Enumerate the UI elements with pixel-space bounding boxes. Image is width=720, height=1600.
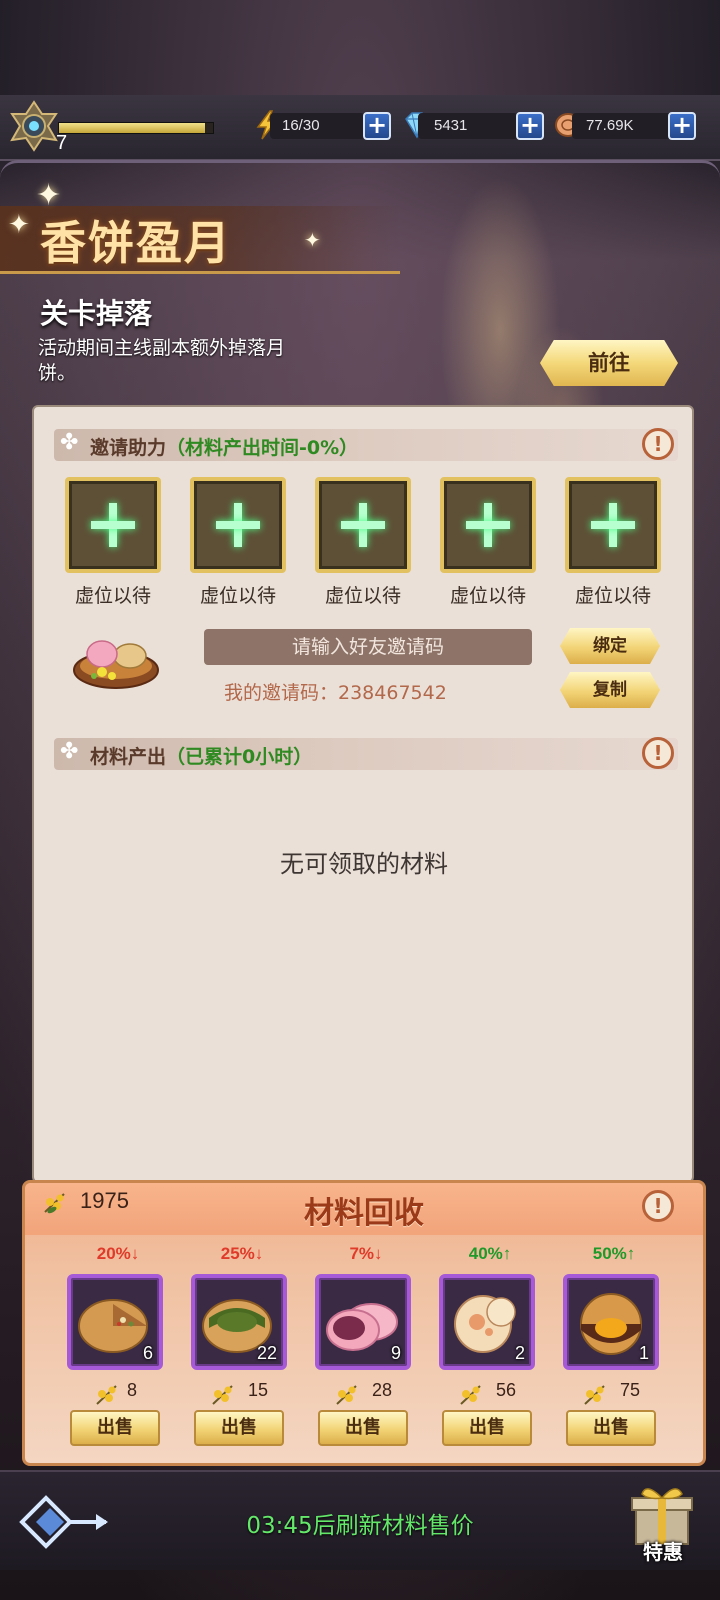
add-friend-plus-icon bbox=[91, 503, 135, 547]
item-price-2: 15 bbox=[247, 1380, 269, 1400]
item-price-5: 75 bbox=[619, 1380, 641, 1400]
add-diamond-button[interactable]: + bbox=[516, 112, 544, 140]
materials-info-icon[interactable]: ! bbox=[642, 737, 674, 769]
add-friend-plus-icon bbox=[341, 503, 385, 547]
price-change-3: 7%↓ bbox=[349, 1244, 383, 1263]
price-refresh-timer: 03:45后刷新材料售价 bbox=[246, 1513, 474, 1539]
invite-slot-label: 虚位以待 bbox=[449, 585, 526, 607]
price-change-5: 50%↑ bbox=[592, 1244, 636, 1263]
empty-materials-message: 无可领取的材料 bbox=[280, 850, 448, 878]
item-price-3: 28 bbox=[371, 1380, 393, 1400]
invite-slot-label: 虚位以待 bbox=[74, 585, 151, 607]
invite-info-icon[interactable]: ! bbox=[642, 428, 674, 460]
invite-code-input[interactable]: 请输入好友邀请码 bbox=[204, 629, 532, 665]
experience-bar bbox=[58, 122, 214, 134]
item-count: 22 bbox=[256, 1343, 277, 1363]
invite-slot-4[interactable] bbox=[440, 477, 536, 573]
sparkle-icon: ✦ bbox=[304, 228, 321, 252]
invite-slot-1[interactable] bbox=[65, 477, 161, 573]
invite-slot-label: 虚位以待 bbox=[324, 585, 401, 607]
fleur-icon: ✤ bbox=[60, 739, 79, 764]
bind-button[interactable]: 绑定 bbox=[560, 628, 660, 664]
sell-button-3[interactable]: 出售 bbox=[318, 1410, 408, 1446]
sell-button-4[interactable]: 出售 bbox=[442, 1410, 532, 1446]
recycle-title: 材料回收 bbox=[304, 1196, 424, 1231]
sell-button-1[interactable]: 出售 bbox=[70, 1410, 160, 1446]
diamond-counter: 5431 bbox=[418, 113, 518, 139]
invite-slot-label: 虚位以待 bbox=[199, 585, 276, 607]
player-level: 7 bbox=[56, 132, 68, 154]
coin-counter: 77.69K bbox=[572, 113, 672, 139]
materials-title-text: 材料产出 bbox=[90, 746, 167, 768]
price-change-4: 40%↑ bbox=[468, 1244, 512, 1263]
item-count: 1 bbox=[638, 1343, 649, 1363]
sell-button-5[interactable]: 出售 bbox=[566, 1410, 656, 1446]
goto-button[interactable]: 前往 bbox=[540, 340, 678, 386]
player-level-badge-icon[interactable] bbox=[8, 100, 60, 152]
add-friend-plus-icon bbox=[466, 503, 510, 547]
special-offer-label: 特惠 bbox=[643, 1540, 683, 1564]
stage-drop-heading: 关卡掉落 bbox=[40, 297, 153, 330]
price-change-1: 20%↓ bbox=[96, 1244, 140, 1263]
price-change-2: 25%↓ bbox=[220, 1244, 264, 1263]
invite-slot-2[interactable] bbox=[190, 477, 286, 573]
stage-drop-description: 活动期间主线副本额外掉落月饼。 bbox=[38, 337, 286, 384]
recycle-item-2[interactable]: 22 bbox=[191, 1274, 287, 1370]
fleur-icon: ✤ bbox=[60, 430, 79, 455]
experience-bar-fill bbox=[59, 123, 206, 133]
invite-time-bonus: （材料产出时间-0%） bbox=[166, 437, 359, 459]
invite-slot-3[interactable] bbox=[315, 477, 411, 573]
sell-button-2[interactable]: 出售 bbox=[194, 1410, 284, 1446]
item-count: 2 bbox=[514, 1343, 525, 1363]
add-energy-button[interactable]: + bbox=[363, 112, 391, 140]
recycle-item-5[interactable]: 1 bbox=[563, 1274, 659, 1370]
item-price-1: 8 bbox=[126, 1380, 137, 1400]
add-friend-plus-icon bbox=[216, 503, 260, 547]
recycle-item-4[interactable]: 2 bbox=[439, 1274, 535, 1370]
invite-section-title: 邀请助力（材料产出时间-0%） bbox=[90, 433, 358, 460]
recycle-info-icon[interactable]: ! bbox=[642, 1190, 674, 1222]
materials-accumulated-time: （已累计0小时） bbox=[166, 746, 313, 768]
recycle-item-3[interactable]: 9 bbox=[315, 1274, 411, 1370]
event-title: 香饼盈月 bbox=[40, 216, 232, 270]
materials-section-title: 材料产出（已累计0小时） bbox=[90, 742, 312, 769]
invite-slot-label: 虚位以待 bbox=[574, 585, 651, 607]
invite-slot-5[interactable] bbox=[565, 477, 661, 573]
add-friend-plus-icon bbox=[591, 503, 635, 547]
item-count: 9 bbox=[390, 1343, 401, 1363]
add-coin-button[interactable]: + bbox=[668, 112, 696, 140]
item-count: 6 bbox=[142, 1343, 153, 1363]
recycle-item-1[interactable]: 6 bbox=[67, 1274, 163, 1370]
energy-counter: 16/30 bbox=[270, 113, 365, 139]
mooncake-plate-icon bbox=[73, 640, 159, 689]
sparkle-icon: ✦ bbox=[8, 210, 30, 240]
my-invite-code: 我的邀请码：238467542 bbox=[224, 682, 447, 704]
invite-title-text: 邀请助力 bbox=[90, 437, 167, 459]
item-price-4: 56 bbox=[495, 1380, 517, 1400]
copy-button[interactable]: 复制 bbox=[560, 672, 660, 708]
